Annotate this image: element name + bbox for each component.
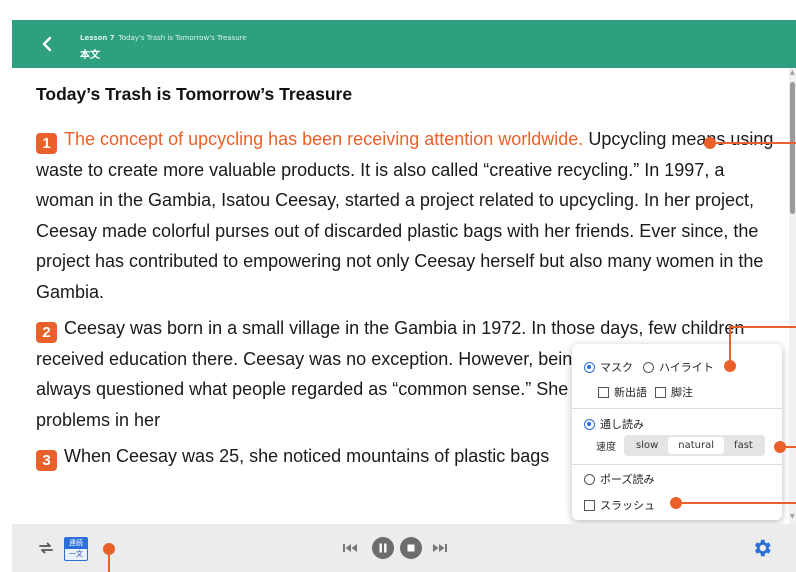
pause-read-radio[interactable]	[584, 473, 595, 485]
callout-line	[682, 502, 796, 504]
lesson-breadcrumb: Lesson 7 Today's Trash is Tomorrow's Trea…	[80, 34, 247, 42]
top-margin	[0, 0, 796, 20]
back-chevron-icon[interactable]	[38, 34, 58, 54]
speed-fast-option[interactable]: fast	[724, 437, 763, 454]
highlight-radio[interactable]	[643, 361, 654, 373]
highlighted-sentence[interactable]: The concept of upcycling has been receiv…	[64, 129, 583, 149]
footnote-checkbox[interactable]	[655, 386, 666, 398]
settings-gear-icon[interactable]	[751, 537, 773, 559]
read-mode-toggle-button[interactable]: 連続 一文	[64, 537, 88, 561]
paragraph-number-badge: 1	[36, 133, 57, 154]
callout-line	[108, 554, 110, 572]
mask-radio[interactable]	[584, 361, 595, 373]
highlight-label[interactable]: ハイライト	[659, 359, 714, 375]
lesson-title: Today's Trash is Tomorrow's Treasure	[118, 34, 247, 42]
speed-segmented-control: slow natural fast	[624, 435, 765, 456]
bottom-toolbar: 連続 一文	[12, 524, 796, 572]
callout-marker	[670, 497, 682, 509]
stop-icon	[407, 544, 415, 552]
pause-icon	[379, 543, 387, 553]
paragraph-text[interactable]: When Ceesay was 25, she noticed mountain…	[64, 446, 549, 466]
scroll-down-arrow-icon[interactable]: ▼	[790, 514, 795, 520]
slash-label[interactable]: スラッシュ	[600, 497, 655, 513]
annotation-row: 新出語 脚注	[598, 384, 693, 400]
vertical-scrollbar[interactable]: ▲ ▼	[789, 68, 796, 524]
page-title: Today’s Trash is Tomorrow’s Treasure	[36, 84, 353, 104]
display-mode-row: マスク ハイライト	[584, 359, 714, 375]
continuous-read-label[interactable]: 通し読み	[600, 416, 644, 432]
pause-read-label[interactable]: ポーズ読み	[600, 471, 654, 487]
speed-slow-option[interactable]: slow	[626, 437, 668, 454]
paragraph-number-badge: 3	[36, 450, 57, 471]
skip-back-icon[interactable]	[342, 541, 358, 555]
slash-row: スラッシュ	[584, 497, 655, 513]
callout-marker	[704, 137, 716, 149]
app-window: Lesson 7 Today's Trash is Tomorrow's Trea…	[0, 0, 796, 572]
callout-line	[786, 446, 796, 448]
scroll-up-arrow-icon[interactable]: ▲	[790, 70, 795, 76]
pause-read-row: ポーズ読み	[584, 471, 654, 487]
callout-line	[729, 326, 796, 328]
paragraph-number-badge: 2	[36, 322, 57, 343]
divider	[572, 408, 782, 409]
mode-top-label: 連続	[65, 538, 87, 549]
stop-button[interactable]	[400, 537, 422, 559]
scrollbar-thumb[interactable]	[790, 82, 795, 214]
display-settings-popover: マスク ハイライト 新出語 脚注 通し読み 速度 slow natural fa…	[572, 344, 782, 520]
speed-row: 速度 slow natural fast	[596, 435, 765, 456]
paragraph-text[interactable]: Upcycling means using waste to create mo…	[36, 129, 773, 302]
mask-label[interactable]: マスク	[600, 359, 633, 375]
new-words-label[interactable]: 新出語	[614, 384, 647, 400]
new-words-checkbox[interactable]	[598, 386, 609, 398]
continuous-read-row: 通し読み	[584, 416, 644, 432]
skip-forward-icon[interactable]	[432, 541, 448, 555]
app-header: Lesson 7 Today's Trash is Tomorrow's Trea…	[12, 20, 796, 68]
callout-line	[716, 142, 796, 144]
speed-natural-option[interactable]: natural	[668, 437, 725, 454]
slash-checkbox[interactable]	[584, 499, 595, 511]
mode-bottom-label: 一文	[69, 550, 83, 558]
callout-marker	[774, 441, 786, 453]
repeat-icon[interactable]	[38, 540, 54, 556]
callout-line	[729, 326, 731, 362]
lesson-number: Lesson 7	[80, 34, 115, 42]
divider	[572, 464, 782, 465]
continuous-read-radio[interactable]	[584, 418, 595, 430]
speed-label: 速度	[596, 442, 616, 453]
pause-button[interactable]	[372, 537, 394, 559]
paragraph-1: 1 The concept of upcycling has been recei…	[36, 124, 776, 307]
section-title: 本文	[80, 50, 100, 61]
footnote-label[interactable]: 脚注	[671, 384, 693, 400]
